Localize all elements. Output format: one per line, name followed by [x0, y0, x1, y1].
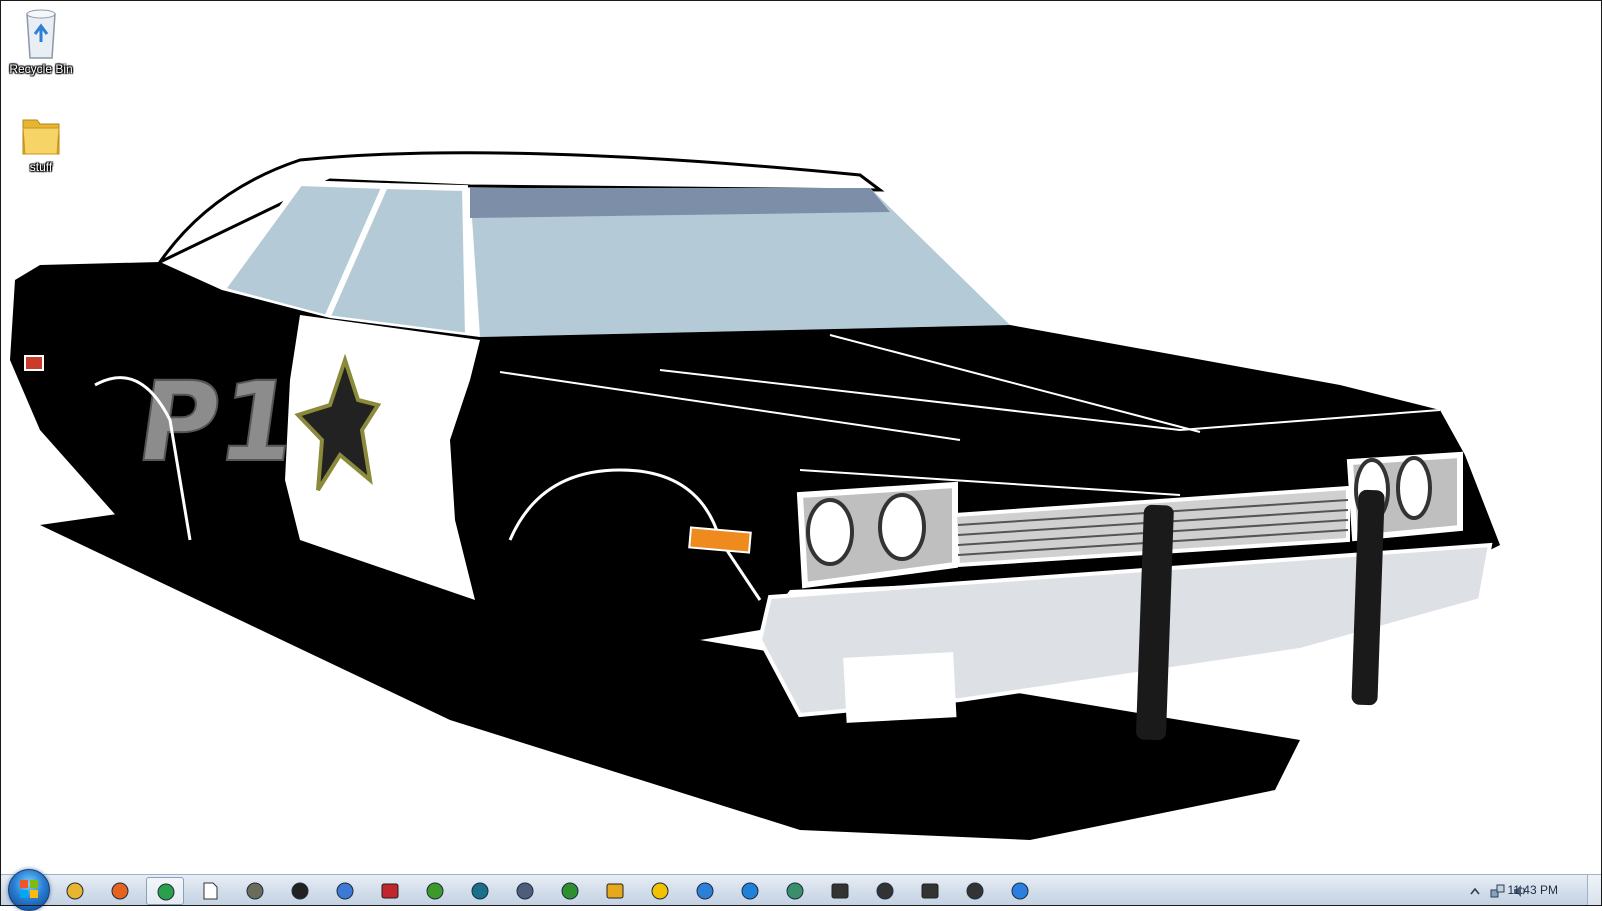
taskbar-app-inkscape[interactable]	[281, 877, 319, 905]
taskbar-app-camera[interactable]	[821, 877, 859, 905]
taskbar: 11:43 PM	[0, 869, 1602, 911]
gamepad-icon	[516, 882, 534, 900]
license-plate	[843, 652, 957, 723]
desktop-icon-label: Recycle Bin	[9, 62, 73, 76]
firefox-icon	[111, 882, 129, 900]
taskbar-app-firefox[interactable]	[101, 877, 139, 905]
show-hidden-chevron-icon[interactable]	[1470, 887, 1480, 895]
headlight-left-2	[878, 493, 926, 561]
green-orb-icon	[426, 882, 444, 900]
itunes-icon	[1011, 882, 1029, 900]
taskbar-app-gear-settings[interactable]	[866, 877, 904, 905]
taskbar-app-itunes[interactable]	[1001, 877, 1039, 905]
windows-explorer-icon	[66, 882, 84, 900]
headlight-right-2	[1396, 456, 1432, 520]
taskbar-app-green-orb[interactable]	[416, 877, 454, 905]
wallpaper-police-car: P1	[10, 151, 1500, 840]
blank-document-icon	[203, 882, 218, 900]
taskbar-app-gold-coin[interactable]	[641, 877, 679, 905]
globe-icon	[336, 882, 354, 900]
network-icon[interactable]	[1490, 883, 1506, 899]
gold-coin-icon	[651, 882, 669, 900]
red-speech-icon	[381, 883, 399, 899]
media-tools-icon	[966, 882, 984, 900]
taskbar-app-network-globe[interactable]	[776, 877, 814, 905]
green-person-icon	[561, 882, 579, 900]
teal-disc-icon	[471, 882, 489, 900]
taskbar-app-teal-disc[interactable]	[461, 877, 499, 905]
gear-settings-icon	[876, 882, 894, 900]
network-globe-icon	[786, 882, 804, 900]
recycle-bin-icon	[26, 9, 56, 59]
front-marker-light	[688, 526, 752, 554]
taskbar-app-blank-document[interactable]	[191, 877, 229, 905]
rear-marker-light	[24, 355, 44, 371]
taskbar-app-green-person[interactable]	[551, 877, 589, 905]
taskbar-app-gimp[interactable]	[236, 877, 274, 905]
yellow-box-icon	[606, 883, 624, 899]
taskbar-clock[interactable]: 11:43 PM	[1508, 883, 1558, 897]
taskbar-app-windows-explorer[interactable]	[56, 877, 94, 905]
folder-icon	[22, 119, 60, 155]
taskbar-app-red-speech[interactable]	[371, 877, 409, 905]
system-tray: 11:43 PM	[1412, 875, 1602, 907]
taskbar-app-blue-sphere[interactable]	[686, 877, 724, 905]
taskbar-app-blue-search[interactable]	[731, 877, 769, 905]
taskbar-app-media-tools[interactable]	[956, 877, 994, 905]
start-button[interactable]	[8, 869, 50, 911]
taskbar-app-chrome[interactable]	[146, 877, 184, 905]
desktop-icon-recycle-bin[interactable]: Recycle Bin	[6, 8, 76, 76]
blue-sphere-icon	[696, 882, 714, 900]
taskbar-app-gamepad[interactable]	[506, 877, 544, 905]
desktop-icon-stuff-folder[interactable]: stuff	[6, 112, 76, 174]
show-desktop-button[interactable]	[1587, 875, 1602, 906]
taskbar-app-yellow-box[interactable]	[596, 877, 634, 905]
headlight-left-1	[806, 498, 854, 566]
door-p1-text: P1	[130, 358, 305, 486]
camera-icon	[831, 883, 849, 899]
desktop-icon-label: stuff	[29, 160, 53, 174]
inkscape-icon	[291, 882, 309, 900]
chrome-icon	[157, 883, 175, 901]
clapperboard-icon	[921, 883, 939, 899]
taskbar-app-clapperboard[interactable]	[911, 877, 949, 905]
blue-search-icon	[741, 882, 759, 900]
windows-logo-icon	[20, 880, 38, 898]
taskbar-app-globe[interactable]	[326, 877, 364, 905]
gimp-icon	[246, 882, 264, 900]
